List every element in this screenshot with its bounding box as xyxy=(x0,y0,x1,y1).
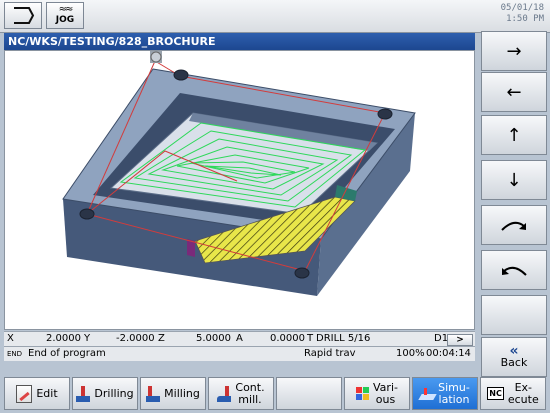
y-axis-label: Y xyxy=(84,333,91,344)
drilling-label: Drilling xyxy=(94,386,134,400)
edit-label: Edit xyxy=(36,386,58,400)
contour-mill-icon xyxy=(217,385,232,402)
date-text: 05/01/18 xyxy=(500,3,544,13)
right-arrow-icon: → xyxy=(506,40,522,62)
contour-milling-button[interactable]: Cont. mill. xyxy=(208,377,274,410)
y-value: -2.0000 xyxy=(116,333,155,344)
a-value: 0.0000 xyxy=(270,333,305,344)
x-value: 2.0000 xyxy=(46,333,81,344)
program-path-bar: NC/WKS/TESTING/828_BROCHURE xyxy=(4,33,475,50)
jog-label: JOG xyxy=(55,15,75,25)
drill-icon xyxy=(76,385,91,402)
milling-button[interactable]: Milling xyxy=(140,377,206,410)
rotate-ccw-button[interactable] xyxy=(481,250,547,290)
a-axis-label: A xyxy=(236,333,243,344)
d-value: D1 xyxy=(434,333,449,344)
jog-mode-button[interactable]: ≈≈ JOG xyxy=(46,2,84,29)
top-bar: ≈≈ JOG 05/01/18 1:50 PM xyxy=(0,0,550,33)
machine-icon xyxy=(14,7,35,24)
left-arrow-icon: ← xyxy=(506,81,522,103)
execute-label: Ex- ecute xyxy=(507,381,539,406)
rotate-counterclockwise-icon xyxy=(502,266,527,276)
nc-execute-icon: NC xyxy=(487,387,504,400)
end-label: END xyxy=(7,350,23,358)
simulation-icon xyxy=(418,386,437,402)
z-axis-label: Z xyxy=(158,333,165,344)
various-icon xyxy=(356,387,370,400)
x-axis-label: X xyxy=(7,333,14,344)
rotate-clockwise-icon xyxy=(501,221,526,231)
z-value: 5.0000 xyxy=(196,333,231,344)
tool-label: T xyxy=(307,333,314,344)
tool-icon xyxy=(150,51,162,63)
execute-label-2: ecute xyxy=(507,392,539,406)
override-percent: 100% xyxy=(396,348,425,359)
elapsed-time: 00:04:14 xyxy=(426,348,471,359)
pan-up-button[interactable]: ↑ xyxy=(481,115,547,155)
execute-button[interactable]: NC Ex- ecute xyxy=(480,377,546,410)
empty-softkey-bottom[interactable] xyxy=(276,377,342,410)
various-label: Vari- ous xyxy=(373,381,398,406)
rotate-cw-button[interactable] xyxy=(481,205,547,245)
edit-button[interactable]: Edit xyxy=(4,377,70,410)
milling-label: Milling xyxy=(164,386,200,400)
feed-mode: Rapid trav xyxy=(304,348,356,359)
machine-area-button[interactable] xyxy=(4,2,42,29)
empty-softkey-right[interactable] xyxy=(481,295,547,335)
various-label-2: ous xyxy=(375,392,396,406)
scroll-right-button[interactable]: > xyxy=(447,334,473,346)
part-3d-view xyxy=(62,51,416,296)
back-button[interactable]: « Back xyxy=(481,337,547,377)
simulation-button[interactable]: Simu- lation xyxy=(412,377,478,410)
back-label: Back xyxy=(500,356,528,369)
contour-milling-label-2: mill. xyxy=(238,392,262,406)
pan-right-button[interactable]: → xyxy=(481,31,547,71)
coordinate-row: X 2.0000 Y -2.0000 Z 5.0000 A 0.0000 T D… xyxy=(4,331,475,346)
edit-icon xyxy=(16,384,33,403)
program-status-row: END End of program Rapid trav 100% 00:04… xyxy=(4,346,475,361)
jog-wave-icon: ≈≈ xyxy=(58,4,74,15)
simulation-label: Simu- lation xyxy=(438,381,470,406)
tool-value: DRILL 5/16 xyxy=(316,333,371,344)
pan-left-button[interactable]: ← xyxy=(481,72,547,112)
pan-down-button[interactable]: ↓ xyxy=(481,160,547,200)
program-message: End of program xyxy=(28,348,106,359)
date-time: 05/01/18 1:50 PM xyxy=(501,3,544,25)
up-arrow-icon: ↑ xyxy=(506,124,522,146)
various-button[interactable]: Vari- ous xyxy=(344,377,410,410)
time-text: 1:50 PM xyxy=(506,14,544,24)
simulation-label-2: lation xyxy=(438,392,470,406)
down-arrow-icon: ↓ xyxy=(506,169,522,191)
simulation-viewport[interactable] xyxy=(4,50,475,330)
mill-icon xyxy=(146,385,161,402)
drilling-button[interactable]: Drilling xyxy=(72,377,138,410)
contour-milling-label: Cont. mill. xyxy=(235,381,264,406)
